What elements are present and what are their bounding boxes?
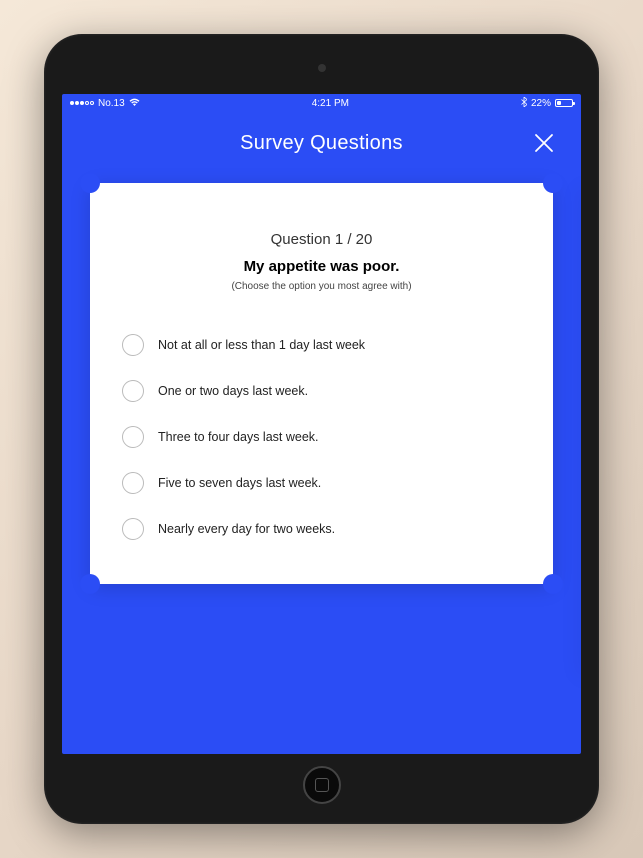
option-label: Three to four days last week. xyxy=(158,430,319,444)
radio-icon xyxy=(122,518,144,540)
status-bar: No.13 4:21 PM 22% xyxy=(62,94,581,112)
home-button[interactable] xyxy=(303,766,341,804)
page-title: Survey Questions xyxy=(62,132,581,155)
bluetooth-icon xyxy=(521,97,527,110)
status-left: No.13 xyxy=(70,98,140,109)
tablet-camera xyxy=(318,64,326,72)
app-screen: No.13 4:21 PM 22% Survey Questions xyxy=(62,94,581,754)
option-2[interactable]: Three to four days last week. xyxy=(122,426,521,448)
question-text: My appetite was poor. xyxy=(122,258,521,275)
question-counter: Question 1 / 20 xyxy=(122,231,521,248)
signal-icon xyxy=(70,101,94,105)
option-3[interactable]: Five to seven days last week. xyxy=(122,472,521,494)
page-header: Survey Questions xyxy=(62,112,581,183)
radio-icon xyxy=(122,334,144,356)
option-label: One or two days last week. xyxy=(158,384,308,398)
card-area: Question 1 / 20 My appetite was poor. (C… xyxy=(62,183,581,753)
battery-percent: 22% xyxy=(531,98,551,109)
status-right: 22% xyxy=(521,97,573,110)
status-time: 4:21 PM xyxy=(312,98,349,109)
battery-icon xyxy=(555,99,573,107)
close-icon xyxy=(534,133,554,153)
option-1[interactable]: One or two days last week. xyxy=(122,380,521,402)
radio-icon xyxy=(122,472,144,494)
tablet-frame: No.13 4:21 PM 22% Survey Questions xyxy=(44,34,599,824)
option-label: Not at all or less than 1 day last week xyxy=(158,338,365,352)
carrier-label: No.13 xyxy=(98,98,125,109)
radio-icon xyxy=(122,426,144,448)
question-hint: (Choose the option you most agree with) xyxy=(122,281,521,292)
radio-icon xyxy=(122,380,144,402)
option-0[interactable]: Not at all or less than 1 day last week xyxy=(122,334,521,356)
option-label: Five to seven days last week. xyxy=(158,476,321,490)
options-list: Not at all or less than 1 day last week … xyxy=(122,334,521,540)
option-4[interactable]: Nearly every day for two weeks. xyxy=(122,518,521,540)
wifi-icon xyxy=(129,98,140,109)
close-button[interactable] xyxy=(531,130,557,156)
option-label: Nearly every day for two weeks. xyxy=(158,522,335,536)
question-card: Question 1 / 20 My appetite was poor. (C… xyxy=(90,183,553,584)
